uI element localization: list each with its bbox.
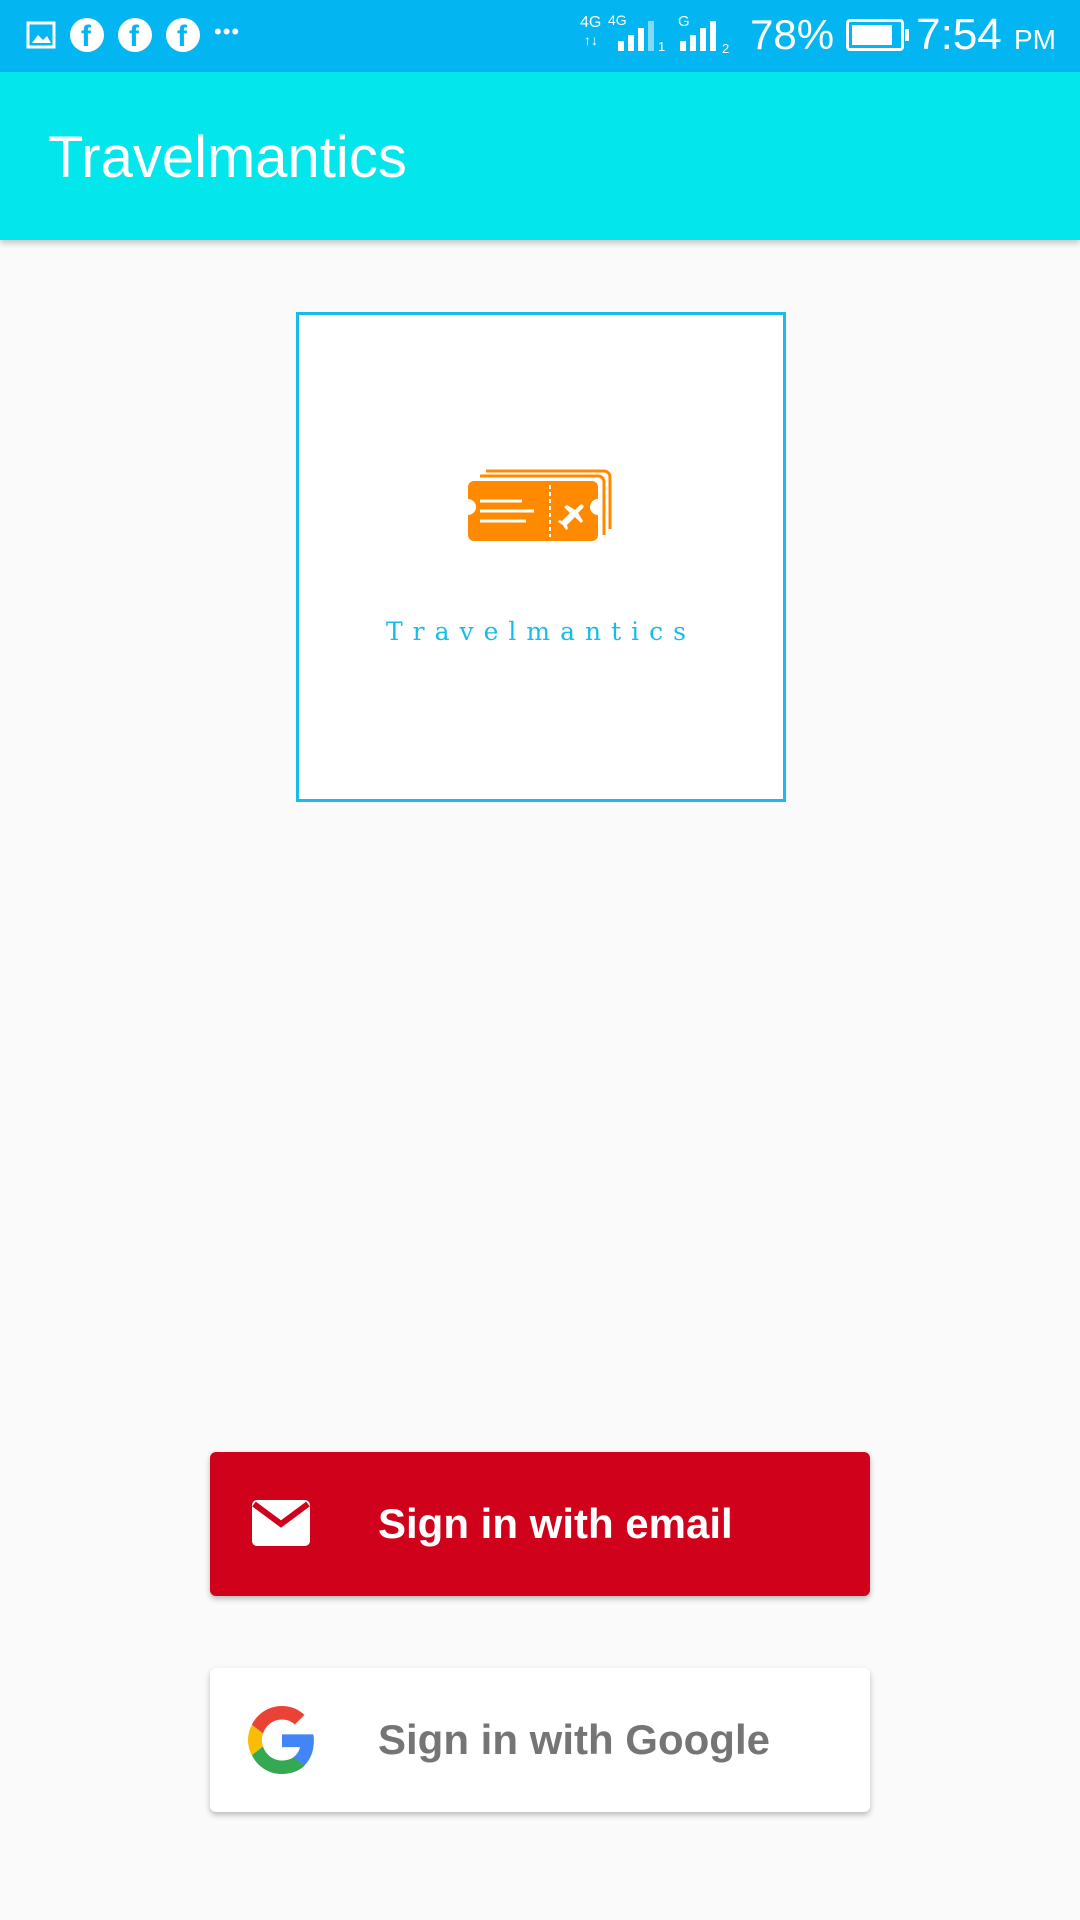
facebook-icon: f (118, 18, 152, 52)
clock-time: 7:54 (916, 10, 1002, 59)
clock: 7:54 PM (916, 10, 1056, 60)
sign-in-email-label: Sign in with email (378, 1500, 733, 1547)
sign-in-email-button[interactable]: Sign in with email (210, 1452, 870, 1596)
page-title: Travelmantics (48, 125, 407, 190)
image-icon (26, 21, 56, 49)
signal-icon-sim1: 4G 4G ↑↓ 1 (580, 12, 665, 54)
app-logo: Travelmantics (296, 312, 786, 802)
facebook-icon: f (166, 18, 200, 52)
google-icon (248, 1706, 314, 1774)
status-bar: f f f ••• 4G 4G ↑↓ 1 G 2 78% 7:54 PM (0, 0, 1080, 72)
notification-icons: f f f ••• (26, 18, 240, 52)
network-label: G (678, 13, 690, 30)
mail-icon (252, 1500, 310, 1546)
battery-icon (846, 19, 910, 51)
svg-text:↑↓: ↑↓ (584, 32, 598, 48)
sim-label: 2 (722, 41, 729, 56)
system-status: 4G 4G ↑↓ 1 G 2 78% 7:54 PM (580, 10, 1056, 60)
facebook-icon: f (70, 18, 104, 52)
clock-ampm: PM (1014, 24, 1056, 55)
sign-in-google-label: Sign in with Google (378, 1716, 770, 1763)
network-label: 4G (608, 12, 627, 28)
sim-label: 1 (658, 39, 665, 54)
logo-wordmark: Travelmantics (385, 617, 697, 646)
app-bar: Travelmantics (0, 72, 1080, 240)
battery-percent: 78% (750, 11, 835, 58)
more-dots-icon: ••• (214, 19, 241, 44)
plane-ticket-icon (468, 469, 612, 541)
sign-in-google-button[interactable]: Sign in with Google (210, 1668, 870, 1812)
signal-icon-sim2: G 2 (678, 13, 729, 56)
network-label: 4G (580, 14, 601, 31)
